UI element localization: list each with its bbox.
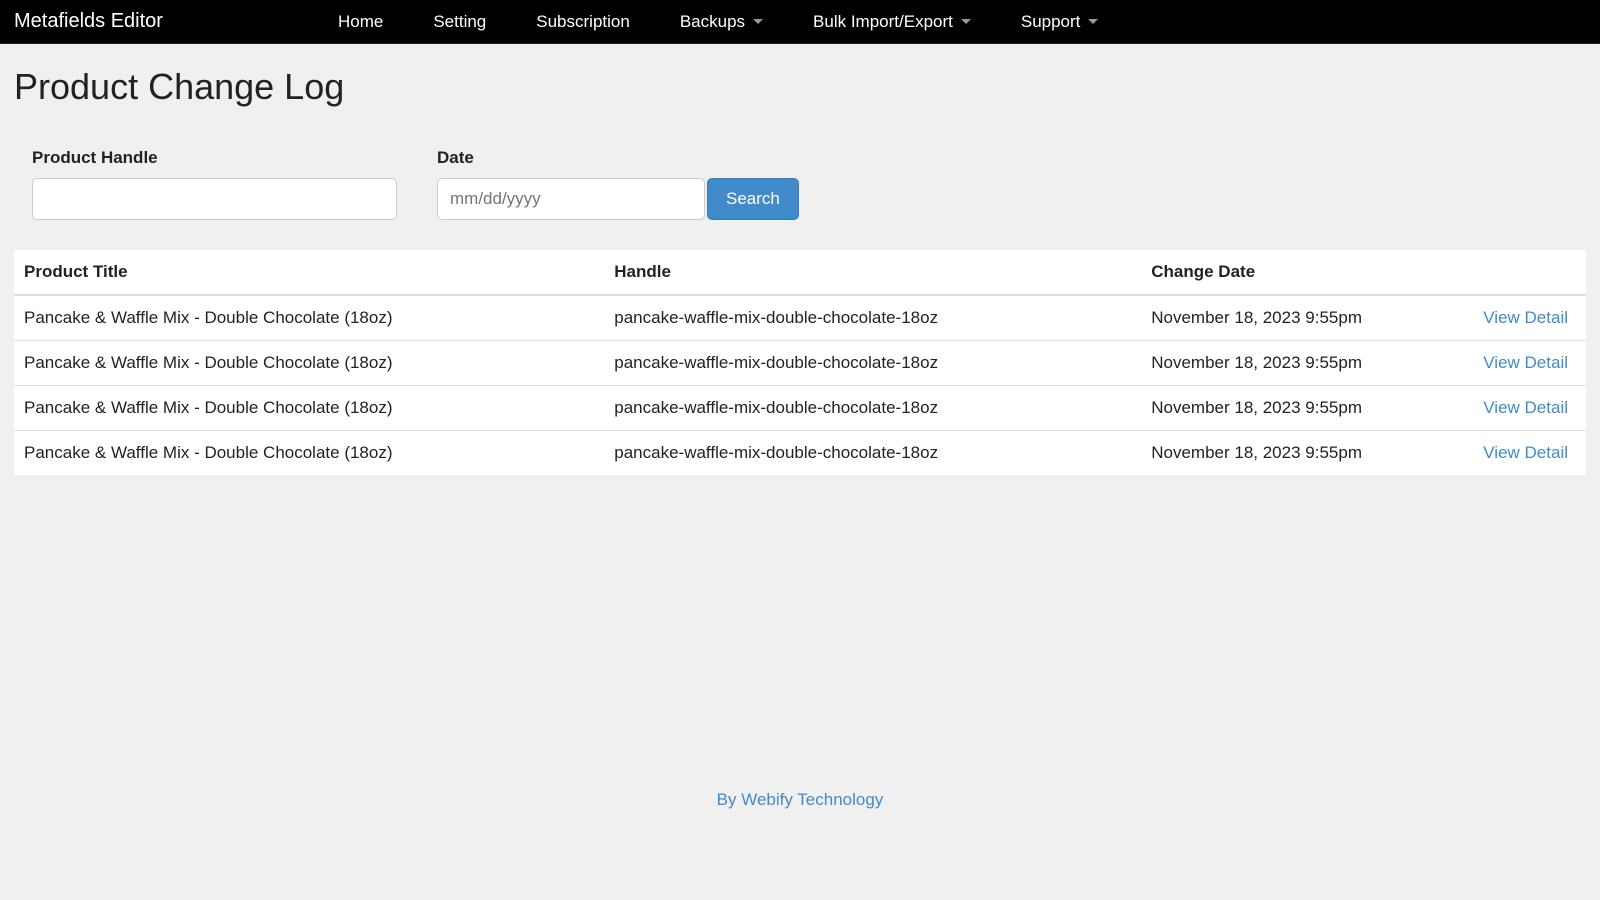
cell-product-title: Pancake & Waffle Mix - Double Chocolate … <box>14 341 604 386</box>
cell-handle: pancake-waffle-mix-double-chocolate-18oz <box>604 431 1141 476</box>
nav-home[interactable]: Home <box>313 0 408 44</box>
chevron-down-icon <box>753 19 763 24</box>
filter-form: Product Handle Date Search <box>0 120 1600 250</box>
cell-action: View Detail <box>1463 341 1586 386</box>
navbar-menu: Home Setting Subscription Backups Bulk I… <box>313 0 1123 44</box>
view-detail-link[interactable]: View Detail <box>1483 398 1568 417</box>
filter-handle-label: Product Handle <box>32 148 397 168</box>
cell-action: View Detail <box>1463 295 1586 341</box>
footer: By Webify Technology <box>0 790 1600 810</box>
cell-action: View Detail <box>1463 431 1586 476</box>
filter-handle-group: Product Handle <box>32 148 397 220</box>
nav-subscription-label: Subscription <box>536 12 630 32</box>
cell-change-date: November 18, 2023 9:55pm <box>1141 341 1463 386</box>
cell-change-date: November 18, 2023 9:55pm <box>1141 295 1463 341</box>
chevron-down-icon <box>961 19 971 24</box>
table-row: Pancake & Waffle Mix - Double Chocolate … <box>14 295 1586 341</box>
header-product-title: Product Title <box>14 250 604 295</box>
view-detail-link[interactable]: View Detail <box>1483 443 1568 462</box>
filter-date-group: Date Search <box>437 148 799 220</box>
nav-setting-label: Setting <box>433 12 486 32</box>
nav-backups-label: Backups <box>680 12 745 32</box>
header-action <box>1463 250 1586 295</box>
nav-support[interactable]: Support <box>996 0 1124 44</box>
top-navbar: Metafields Editor Home Setting Subscript… <box>0 0 1600 44</box>
nav-support-label: Support <box>1021 12 1081 32</box>
app-brand: Metafields Editor <box>14 10 163 33</box>
date-search-row: Search <box>437 178 799 220</box>
view-detail-link[interactable]: View Detail <box>1483 353 1568 372</box>
header-change-date: Change Date <box>1141 250 1463 295</box>
nav-subscription[interactable]: Subscription <box>511 0 655 44</box>
table-row: Pancake & Waffle Mix - Double Chocolate … <box>14 386 1586 431</box>
cell-product-title: Pancake & Waffle Mix - Double Chocolate … <box>14 386 604 431</box>
cell-product-title: Pancake & Waffle Mix - Double Chocolate … <box>14 295 604 341</box>
footer-credit-link[interactable]: By Webify Technology <box>717 790 884 809</box>
nav-home-label: Home <box>338 12 383 32</box>
cell-change-date: November 18, 2023 9:55pm <box>1141 386 1463 431</box>
view-detail-link[interactable]: View Detail <box>1483 308 1568 327</box>
product-handle-input[interactable] <box>32 178 397 220</box>
nav-backups[interactable]: Backups <box>655 0 788 44</box>
table-row: Pancake & Waffle Mix - Double Chocolate … <box>14 341 1586 386</box>
cell-product-title: Pancake & Waffle Mix - Double Chocolate … <box>14 431 604 476</box>
search-button[interactable]: Search <box>707 178 799 220</box>
cell-handle: pancake-waffle-mix-double-chocolate-18oz <box>604 341 1141 386</box>
cell-action: View Detail <box>1463 386 1586 431</box>
nav-bulk-import-export[interactable]: Bulk Import/Export <box>788 0 996 44</box>
date-input[interactable] <box>437 178 705 220</box>
nav-bulk-label: Bulk Import/Export <box>813 12 953 32</box>
cell-handle: pancake-waffle-mix-double-chocolate-18oz <box>604 386 1141 431</box>
page-title: Product Change Log <box>0 44 1600 120</box>
header-handle: Handle <box>604 250 1141 295</box>
filter-date-label: Date <box>437 148 799 168</box>
changelog-table-container: Product Title Handle Change Date Pancake… <box>14 250 1586 475</box>
changelog-table: Product Title Handle Change Date Pancake… <box>14 250 1586 475</box>
table-row: Pancake & Waffle Mix - Double Chocolate … <box>14 431 1586 476</box>
cell-handle: pancake-waffle-mix-double-chocolate-18oz <box>604 295 1141 341</box>
nav-setting[interactable]: Setting <box>408 0 511 44</box>
chevron-down-icon <box>1088 19 1098 24</box>
table-header-row: Product Title Handle Change Date <box>14 250 1586 295</box>
cell-change-date: November 18, 2023 9:55pm <box>1141 431 1463 476</box>
